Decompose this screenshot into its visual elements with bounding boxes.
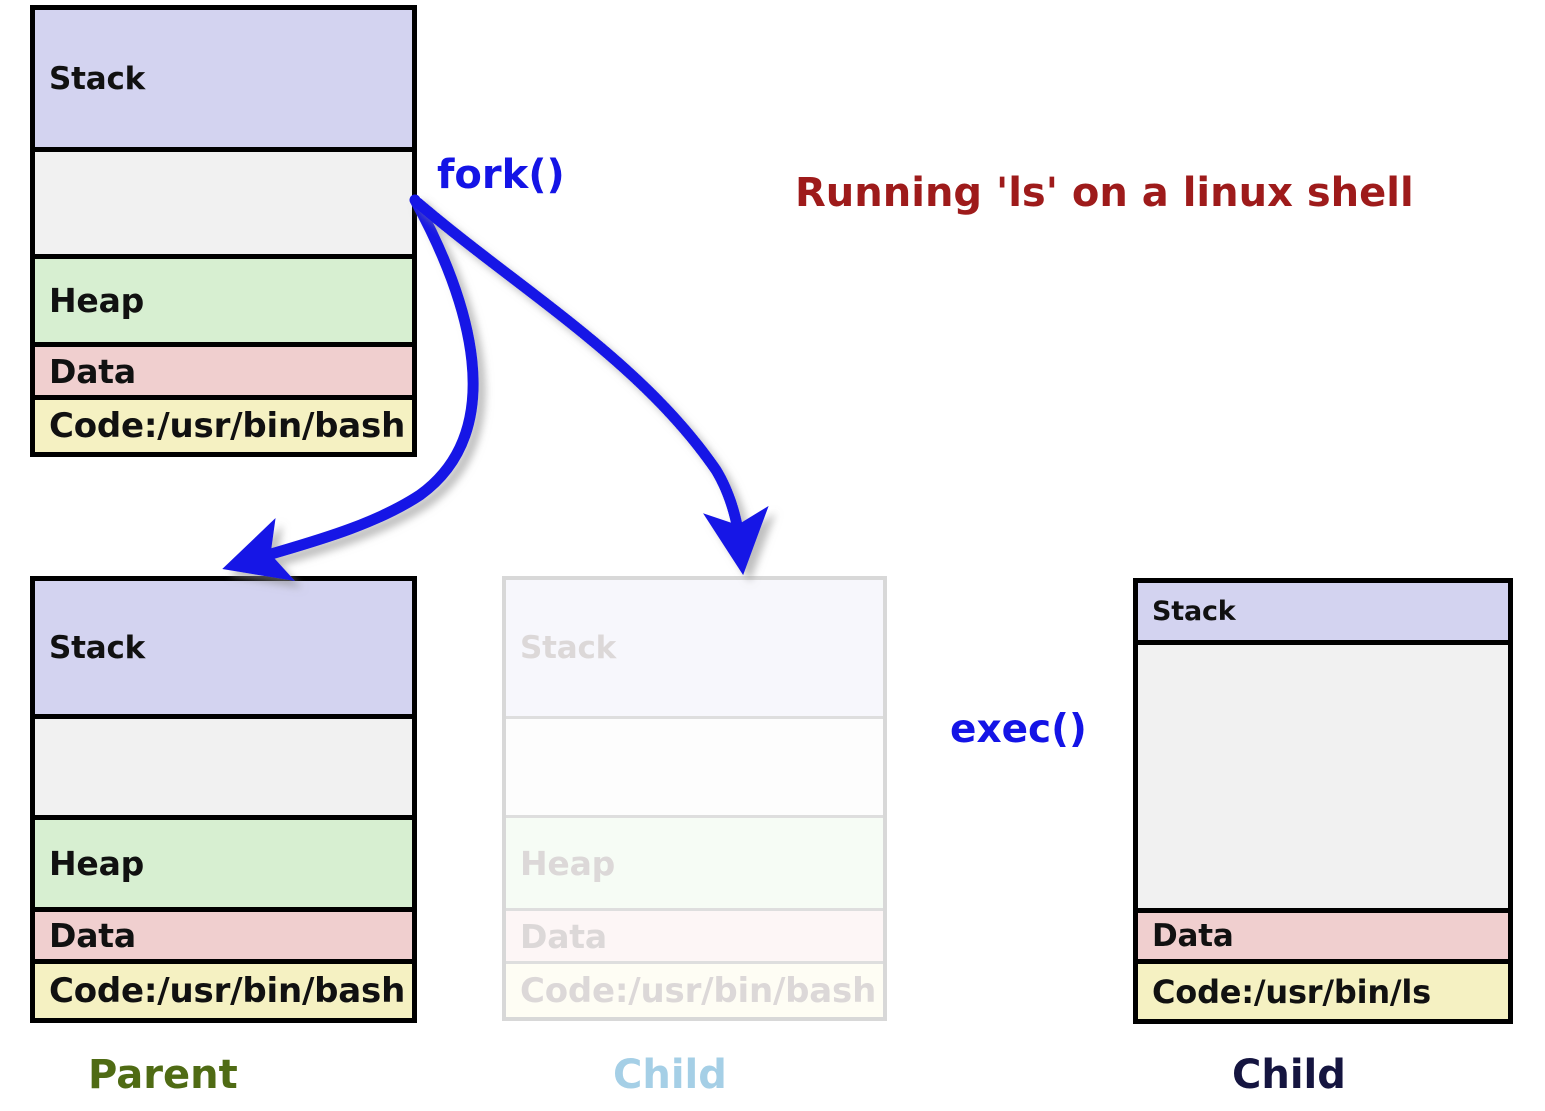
- diagram-title: Running 'ls' on a linux shell: [795, 170, 1414, 216]
- child-exec-caption: Child: [1232, 1052, 1346, 1098]
- shell-gap-segment: [35, 152, 412, 259]
- shell-data-label: Data: [49, 351, 136, 391]
- child-exec-data-segment: Data: [1138, 913, 1508, 964]
- parent-heap-label: Heap: [49, 844, 145, 884]
- parent-heap-segment: Heap: [35, 820, 412, 913]
- child-ghost-code-label: Code:/usr/bin/bash: [520, 970, 877, 1011]
- parent-stack-label: Stack: [49, 629, 146, 666]
- parent-data-segment: Data: [35, 912, 412, 964]
- child-exec-process-box: Stack Data Code:/usr/bin/ls: [1133, 578, 1513, 1024]
- shell-data-segment: Data: [35, 347, 412, 400]
- child-exec-code-label: Code:/usr/bin/ls: [1152, 972, 1432, 1011]
- child-ghost-data-label: Data: [520, 916, 607, 956]
- shell-stack-label: Stack: [49, 60, 146, 97]
- child-ghost-stack-segment: Stack: [506, 580, 883, 719]
- shell-code-label: Code:/usr/bin/bash: [49, 406, 406, 446]
- parent-process-box: Stack Heap Data Code:/usr/bin/bash: [30, 576, 417, 1023]
- child-exec-code-segment: Code:/usr/bin/ls: [1138, 964, 1508, 1019]
- parent-data-label: Data: [49, 915, 136, 955]
- fork-call-label: fork(): [437, 152, 565, 198]
- child-exec-data-label: Data: [1152, 918, 1234, 954]
- child-exec-stack-segment: Stack: [1138, 583, 1508, 645]
- child-ghost-heap-segment: Heap: [506, 818, 883, 912]
- parent-code-label: Code:/usr/bin/bash: [49, 970, 406, 1011]
- child-ghost-caption: Child: [613, 1052, 727, 1098]
- child-ghost-process-box: Stack Heap Data Code:/usr/bin/bash: [502, 576, 887, 1021]
- shell-process-box: Stack Heap Data Code:/usr/bin/bash: [30, 5, 417, 457]
- parent-code-segment: Code:/usr/bin/bash: [35, 963, 412, 1018]
- child-ghost-stack-label: Stack: [520, 629, 617, 666]
- shell-code-segment: Code:/usr/bin/bash: [35, 400, 412, 452]
- child-exec-gap-segment: [1138, 645, 1508, 913]
- fork-dotted-arrow: [412, 197, 769, 576]
- child-ghost-gap-segment: [506, 718, 883, 819]
- exec-call-label: exec(): [950, 707, 1087, 752]
- child-ghost-data-segment: Data: [506, 911, 883, 965]
- parent-gap-segment: [35, 719, 412, 821]
- shell-heap-segment: Heap: [35, 259, 412, 347]
- parent-stack-segment: Stack: [35, 581, 412, 720]
- shell-heap-label: Heap: [49, 281, 145, 320]
- child-exec-stack-label: Stack: [1152, 596, 1236, 627]
- parent-caption: Parent: [88, 1052, 238, 1098]
- child-ghost-heap-label: Heap: [520, 843, 616, 883]
- shell-stack-segment: Stack: [35, 10, 412, 152]
- child-ghost-code-segment: Code:/usr/bin/bash: [506, 964, 883, 1017]
